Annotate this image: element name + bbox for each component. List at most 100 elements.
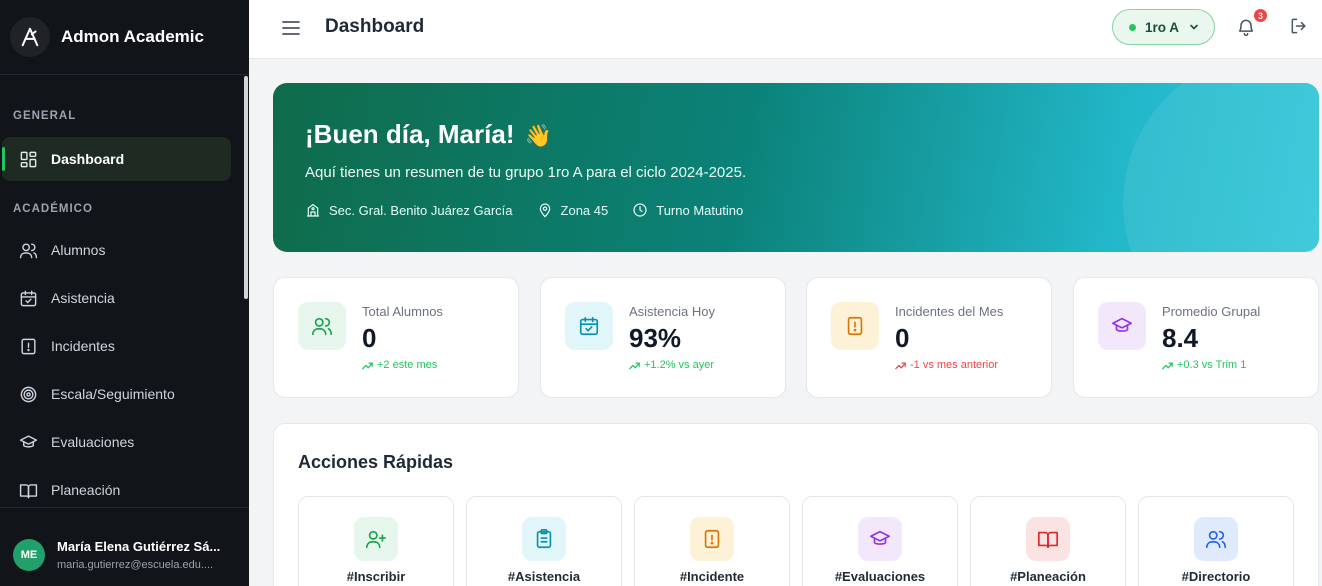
target-icon — [18, 384, 38, 404]
user-plus-icon — [354, 517, 398, 561]
section-label-general: GENERAL — [13, 110, 77, 122]
stat-card-incidentes-mes[interactable]: Incidentes del Mes 0 -1 vs mes anterior — [806, 277, 1052, 398]
brand[interactable]: Admon Academic — [0, 0, 249, 75]
stat-card-asistencia-hoy[interactable]: Asistencia Hoy 93% +1.2% vs ayer — [540, 277, 786, 398]
stat-label: Promedio Grupal — [1162, 304, 1261, 319]
quick-action-planeacion[interactable]: #Planeación — [970, 496, 1126, 586]
users-icon — [18, 240, 38, 260]
alert-file-icon — [831, 302, 879, 350]
stat-value: 93% — [629, 323, 682, 353]
decorative-circle — [1123, 83, 1319, 252]
shift-info: Turno Matutino — [632, 202, 743, 218]
stat-trend: -1 vs mes anterior — [895, 359, 998, 371]
status-dot — [1129, 23, 1136, 31]
sidebar-item-label: Asistencia — [51, 290, 115, 306]
sidebar-item-alumnos[interactable]: Alumnos — [2, 228, 231, 272]
zone-info: Zona 45 — [537, 202, 609, 218]
stat-trend-text: +1.2% vs ayer — [644, 359, 715, 371]
sidebar-item-escala-seguimiento[interactable]: Escala/Seguimiento — [2, 372, 231, 416]
greeting-subtitle: Aquí tienes un resumen de tu grupo 1ro A… — [305, 164, 747, 181]
trend-down-icon — [895, 362, 906, 369]
stat-trend-text: +2 este mes — [377, 359, 438, 371]
alert-file-icon — [690, 517, 734, 561]
stat-label: Incidentes del Mes — [895, 304, 1004, 319]
group-selector-label: 1ro A — [1145, 19, 1180, 35]
quick-actions-title: Acciones Rápidas — [298, 452, 454, 472]
sidebar-item-label: Evaluaciones — [51, 434, 135, 450]
sidebar-item-asistencia[interactable]: Asistencia — [2, 276, 231, 320]
stat-value: 0 — [895, 323, 910, 353]
trend-up-icon — [1162, 362, 1173, 369]
quick-action-inscribir[interactable]: #Inscribir — [298, 496, 454, 586]
quick-action-directorio[interactable]: #Directorio — [1138, 496, 1294, 586]
sidebar-item-label: Planeación — [51, 482, 121, 498]
shift-name: Turno Matutino — [656, 202, 744, 218]
sidebar-item-dashboard[interactable]: Dashboard — [2, 137, 231, 181]
calendar-check-icon — [565, 302, 613, 350]
sidebar: Admon Academic GENERAL Dashboard ACADÉMI… — [0, 0, 249, 586]
welcome-banner: ¡Buen día, María! 👋 Aquí tienes un resume… — [273, 83, 1319, 252]
stat-value: 0 — [362, 323, 377, 353]
sidebar-item-evaluaciones[interactable]: Evaluaciones — [2, 420, 231, 464]
stat-trend-text: -1 vs mes anterior — [910, 359, 999, 371]
user-name: María Elena Gutiérrez Sá... — [57, 539, 221, 554]
menu-icon[interactable] — [280, 17, 302, 39]
sidebar-item-label: Alumnos — [51, 242, 106, 258]
trend-up-icon — [629, 362, 640, 369]
sidebar-item-label: Dashboard — [51, 151, 125, 167]
quick-action-label: #Asistencia — [507, 569, 581, 584]
sidebar-scrollbar[interactable] — [244, 76, 248, 299]
trend-up-icon — [362, 362, 373, 369]
graduation-cap-icon — [1098, 302, 1146, 350]
topbar: Dashboard 1ro A 3 — [249, 0, 1322, 59]
quick-action-label: #Planeación — [1010, 569, 1086, 584]
users-icon — [298, 302, 346, 350]
sidebar-item-incidentes[interactable]: Incidentes — [2, 324, 231, 368]
stat-value: 8.4 — [1162, 323, 1199, 353]
zone-name: Zona 45 — [560, 202, 609, 218]
quick-action-label: #Incidente — [679, 569, 745, 584]
clipboard-icon — [522, 517, 566, 561]
user-profile[interactable]: ME María Elena Gutiérrez Sá... maria.gut… — [0, 507, 249, 586]
clock-icon — [633, 203, 647, 217]
quick-action-asistencia[interactable]: #Asistencia — [466, 496, 622, 586]
quick-action-label: #Evaluaciones — [834, 569, 926, 584]
stat-trend: +0.3 vs Trim 1 — [1162, 359, 1246, 371]
stat-trend: +2 este mes — [362, 359, 437, 371]
calendar-check-icon — [18, 288, 38, 308]
quick-action-label: #Directorio — [1181, 569, 1251, 584]
school-building-icon — [307, 203, 319, 217]
sidebar-item-label: Incidentes — [51, 338, 115, 354]
quick-actions-panel: Acciones Rápidas #Inscribir #Asistencia … — [273, 423, 1319, 586]
quick-action-incidente[interactable]: #Incidente — [634, 496, 790, 586]
avatar: ME — [13, 539, 45, 571]
notification-badge: 3 — [1253, 8, 1268, 23]
school-info: Sec. Gral. Benito Juárez García — [305, 202, 513, 218]
school-name: Sec. Gral. Benito Juárez García — [329, 202, 513, 218]
sidebar-item-planeacion[interactable]: Planeación — [2, 468, 231, 512]
stat-trend: +1.2% vs ayer — [629, 359, 714, 371]
section-label-academico: ACADÉMICO — [13, 203, 93, 215]
stat-trend-text: +0.3 vs Trim 1 — [1177, 359, 1247, 371]
graduation-cap-icon — [858, 517, 902, 561]
stat-card-promedio-grupal[interactable]: Promedio Grupal 8.4 +0.3 vs Trim 1 — [1073, 277, 1319, 398]
stat-label: Asistencia Hoy — [629, 304, 715, 319]
user-email: maria.gutierrez@escuela.edu.... — [57, 559, 214, 571]
users-icon — [1194, 517, 1238, 561]
book-open-icon — [18, 480, 38, 500]
dashboard-grid-icon — [18, 149, 38, 169]
sidebar-item-label: Escala/Seguimiento — [51, 386, 175, 402]
greeting-text: ¡Buen día, María! — [305, 119, 515, 149]
alert-file-icon — [18, 336, 38, 356]
brand-logo-icon — [10, 17, 50, 57]
group-selector[interactable]: 1ro A — [1112, 9, 1215, 45]
quick-action-evaluaciones[interactable]: #Evaluaciones — [802, 496, 958, 586]
school-meta: Sec. Gral. Benito Juárez García Zona 45 … — [305, 202, 767, 218]
page-title: Dashboard — [325, 16, 425, 37]
chevron-down-icon — [1188, 21, 1200, 33]
greeting: ¡Buen día, María! 👋 — [305, 119, 552, 150]
logout-icon[interactable] — [1289, 16, 1311, 38]
brand-name: Admon Academic — [61, 27, 204, 46]
graduation-cap-icon — [18, 432, 38, 452]
stat-card-total-alumnos[interactable]: Total Alumnos 0 +2 este mes — [273, 277, 519, 398]
